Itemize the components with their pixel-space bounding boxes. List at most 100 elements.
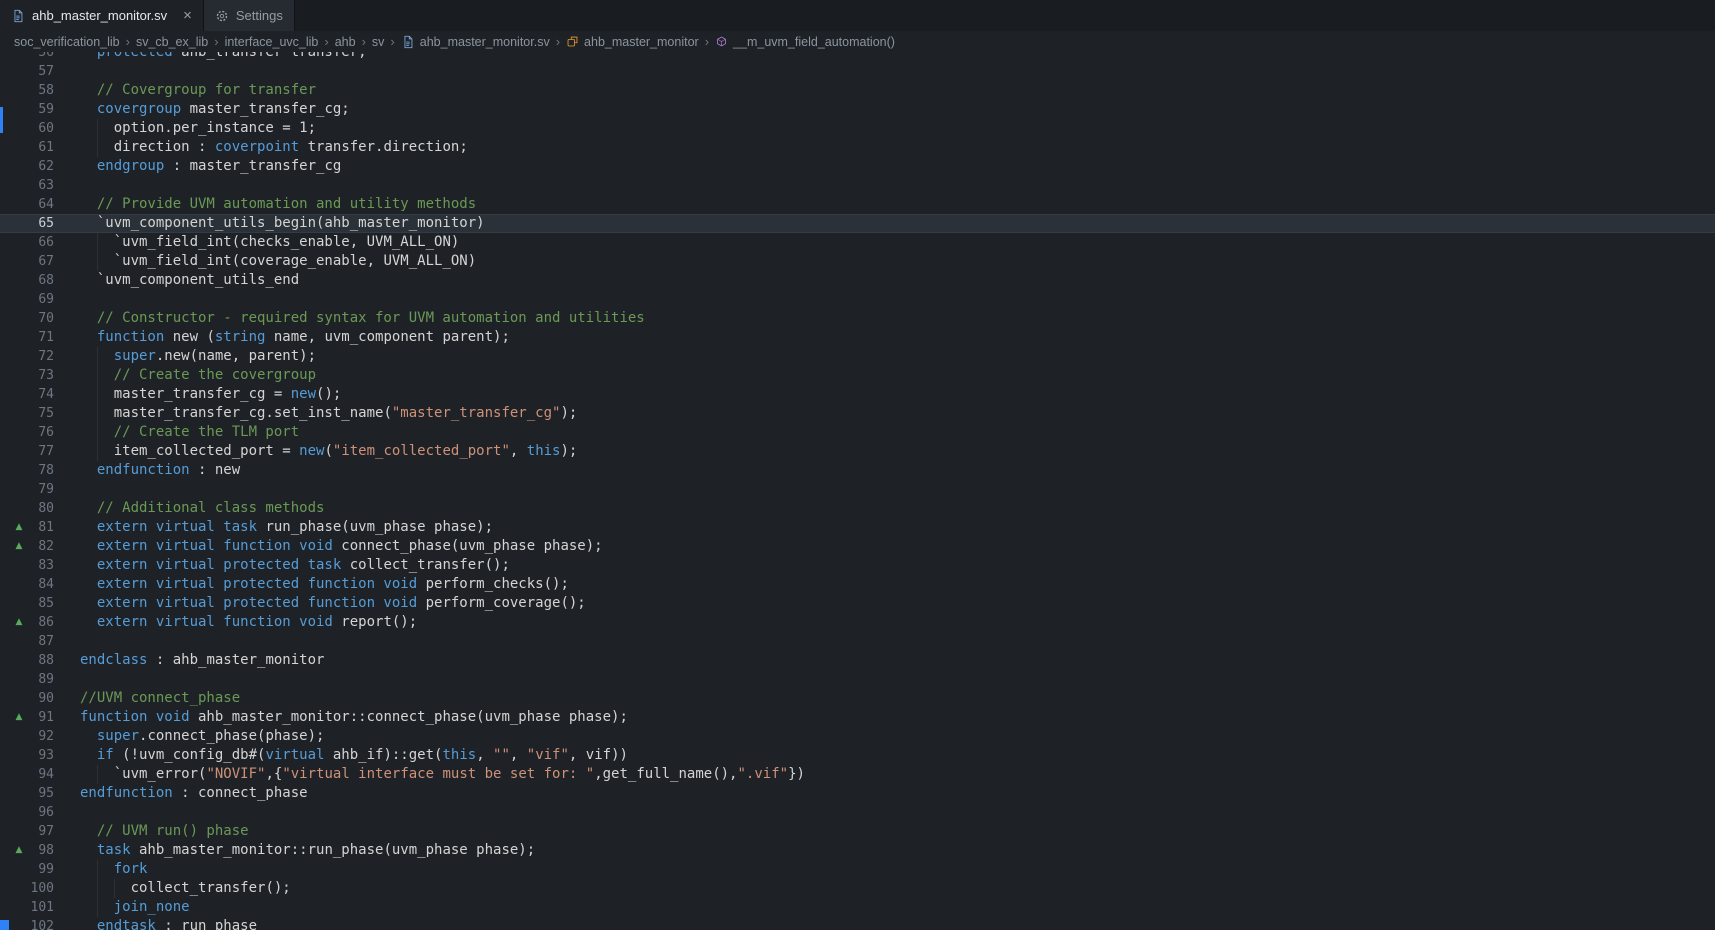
code-text: fork bbox=[80, 860, 1715, 879]
code-line-70[interactable]: 70// Constructor - required syntax for U… bbox=[0, 309, 1715, 328]
code-line-78[interactable]: 78endfunction : new bbox=[0, 461, 1715, 480]
tab-file[interactable]: ahb_master_monitor.sv× bbox=[0, 0, 204, 31]
close-icon[interactable]: × bbox=[183, 8, 192, 23]
extern-definition-marker-icon[interactable]: ▲ bbox=[10, 708, 28, 727]
extern-definition-marker-icon[interactable]: ▲ bbox=[10, 613, 28, 632]
code-line-64[interactable]: 64// Provide UVM automation and utility … bbox=[0, 195, 1715, 214]
line-number: 87 bbox=[28, 632, 54, 651]
code-line-76[interactable]: 76// Create the TLM port bbox=[0, 423, 1715, 442]
code-line-67[interactable]: 67`uvm_field_int(coverage_enable, UVM_AL… bbox=[0, 252, 1715, 271]
code-line-87[interactable]: 87 bbox=[0, 632, 1715, 651]
tab-settings[interactable]: Settings bbox=[204, 0, 295, 31]
code-line-62[interactable]: 62endgroup : master_transfer_cg bbox=[0, 157, 1715, 176]
code-line-58[interactable]: 58// Covergroup for transfer bbox=[0, 81, 1715, 100]
line-number: 84 bbox=[28, 575, 54, 594]
code-line-68[interactable]: 68`uvm_component_utils_end bbox=[0, 271, 1715, 290]
breadcrumb-separator: › bbox=[120, 34, 136, 49]
code-line-86[interactable]: ▲86extern virtual function void report()… bbox=[0, 613, 1715, 632]
code-line-79[interactable]: 79 bbox=[0, 480, 1715, 499]
code-line-102[interactable]: 102endtask : run_phase bbox=[0, 917, 1715, 930]
gutter-spacer bbox=[10, 271, 28, 290]
code-line-92[interactable]: 92super.connect_phase(phase); bbox=[0, 727, 1715, 746]
code-text: // Covergroup for transfer bbox=[80, 81, 1715, 100]
code-line-96[interactable]: 96 bbox=[0, 803, 1715, 822]
code-line-65[interactable]: 65`uvm_component_utils_begin(ahb_master_… bbox=[0, 214, 1715, 233]
breadcrumb-item[interactable]: __m_uvm_field_automation() bbox=[715, 35, 895, 49]
breadcrumb-label: ahb_master_monitor bbox=[584, 35, 699, 49]
gutter-spacer bbox=[10, 423, 28, 442]
code-line-93[interactable]: 93 if (!uvm_config_db#(virtual ahb_if)::g… bbox=[0, 746, 1715, 765]
line-number: 71 bbox=[28, 328, 54, 347]
code-text: // Additional class methods bbox=[80, 499, 1715, 518]
code-line-97[interactable]: 97// UVM run() phase bbox=[0, 822, 1715, 841]
code-line-99[interactable]: 99fork bbox=[0, 860, 1715, 879]
code-line-72[interactable]: 72super.new(name, parent); bbox=[0, 347, 1715, 366]
code-line-71[interactable]: 71function new (string name, uvm_compone… bbox=[0, 328, 1715, 347]
code-line-84[interactable]: 84extern virtual protected function void… bbox=[0, 575, 1715, 594]
code-text: collect_transfer(); bbox=[80, 879, 1715, 898]
line-number: 62 bbox=[28, 157, 54, 176]
line-number: 75 bbox=[28, 404, 54, 423]
line-number: 73 bbox=[28, 366, 54, 385]
code-line-75[interactable]: 75master_transfer_cg.set_inst_name("mast… bbox=[0, 404, 1715, 423]
code-line-81[interactable]: ▲81extern virtual task run_phase(uvm_pha… bbox=[0, 518, 1715, 537]
code-line-100[interactable]: 100collect_transfer(); bbox=[0, 879, 1715, 898]
code-line-91[interactable]: ▲91function void ahb_master_monitor::con… bbox=[0, 708, 1715, 727]
breadcrumb-item[interactable]: sv bbox=[372, 35, 385, 49]
code-line-88[interactable]: 88endclass : ahb_master_monitor bbox=[0, 651, 1715, 670]
file-code-icon bbox=[401, 35, 415, 49]
gutter-spacer bbox=[10, 803, 28, 822]
indent-guide bbox=[97, 860, 98, 879]
breadcrumb-item[interactable]: ahb_master_monitor.sv bbox=[401, 35, 550, 49]
code-line-82[interactable]: ▲82extern virtual function void connect_… bbox=[0, 537, 1715, 556]
code-line-73[interactable]: 73// Create the covergroup bbox=[0, 366, 1715, 385]
code-line-63[interactable]: 63 bbox=[0, 176, 1715, 195]
line-number: 93 bbox=[28, 746, 54, 765]
extern-definition-marker-icon[interactable]: ▲ bbox=[10, 841, 28, 860]
gutter-spacer bbox=[10, 556, 28, 575]
code-line-59[interactable]: 59covergroup master_transfer_cg; bbox=[0, 100, 1715, 119]
code-line-74[interactable]: 74master_transfer_cg = new(); bbox=[0, 385, 1715, 404]
extern-definition-marker-icon[interactable]: ▲ bbox=[10, 518, 28, 537]
breadcrumb-label: sv bbox=[372, 35, 385, 49]
code-line-89[interactable]: 89 bbox=[0, 670, 1715, 689]
code-line-80[interactable]: 80 // Additional class methods bbox=[0, 499, 1715, 518]
code-area: 56protected ahb_transfer transfer;5758//… bbox=[0, 52, 1715, 930]
breadcrumb-item[interactable]: sv_cb_ex_lib bbox=[136, 35, 208, 49]
code-line-61[interactable]: 61direction : coverpoint transfer.direct… bbox=[0, 138, 1715, 157]
code-text bbox=[80, 290, 1715, 309]
code-line-98[interactable]: ▲98task ahb_master_monitor::run_phase(uv… bbox=[0, 841, 1715, 860]
code-text: option.per_instance = 1; bbox=[80, 119, 1715, 138]
line-number: 59 bbox=[28, 100, 54, 119]
code-line-66[interactable]: 66`uvm_field_int(checks_enable, UVM_ALL_… bbox=[0, 233, 1715, 252]
breadcrumb-item[interactable]: ahb bbox=[335, 35, 356, 49]
code-editor[interactable]: 56protected ahb_transfer transfer;5758//… bbox=[0, 52, 1715, 930]
extern-definition-marker-icon[interactable]: ▲ bbox=[10, 537, 28, 556]
code-text: if (!uvm_config_db#(virtual ahb_if)::get… bbox=[80, 746, 1715, 765]
code-line-77[interactable]: 77item_collected_port = new("item_collec… bbox=[0, 442, 1715, 461]
code-line-57[interactable]: 57 bbox=[0, 62, 1715, 81]
line-number: 97 bbox=[28, 822, 54, 841]
code-line-101[interactable]: 101join_none bbox=[0, 898, 1715, 917]
gutter-spacer bbox=[10, 233, 28, 252]
code-line-83[interactable]: 83extern virtual protected task collect_… bbox=[0, 556, 1715, 575]
breadcrumb-item[interactable]: ahb_master_monitor bbox=[566, 35, 699, 49]
line-number: 74 bbox=[28, 385, 54, 404]
gutter-spacer bbox=[10, 100, 28, 119]
line-number: 83 bbox=[28, 556, 54, 575]
code-line-90[interactable]: 90//UVM connect_phase bbox=[0, 689, 1715, 708]
line-number: 79 bbox=[28, 480, 54, 499]
gutter-spacer bbox=[10, 727, 28, 746]
code-text: super.new(name, parent); bbox=[80, 347, 1715, 366]
code-line-94[interactable]: 94`uvm_error("NOVIF",{"virtual interface… bbox=[0, 765, 1715, 784]
code-line-56[interactable]: 56protected ahb_transfer transfer; bbox=[0, 52, 1715, 62]
gutter-spacer bbox=[10, 689, 28, 708]
code-line-60[interactable]: 60option.per_instance = 1; bbox=[0, 119, 1715, 138]
code-line-95[interactable]: 95endfunction : connect_phase bbox=[0, 784, 1715, 803]
line-number: 80 bbox=[28, 499, 54, 518]
breadcrumb-item[interactable]: soc_verification_lib bbox=[14, 35, 120, 49]
code-line-69[interactable]: 69 bbox=[0, 290, 1715, 309]
code-line-85[interactable]: 85extern virtual protected function void… bbox=[0, 594, 1715, 613]
breadcrumb-item[interactable]: interface_uvc_lib bbox=[225, 35, 319, 49]
gutter-spacer bbox=[10, 309, 28, 328]
